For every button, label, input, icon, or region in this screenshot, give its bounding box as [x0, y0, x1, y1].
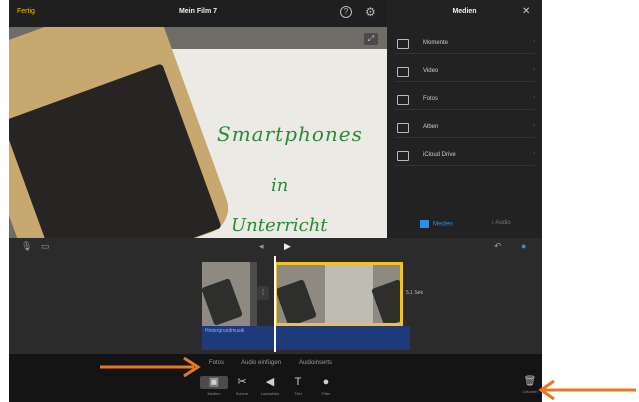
media-item-label: Alben — [423, 124, 439, 130]
chevron-right-icon: › — [533, 94, 536, 101]
media-panel: Medien ✕ Momente › Video › Fotos › Alben… — [387, 0, 542, 238]
clip-duration: 5,1 Sek — [406, 290, 423, 296]
chevron-right-icon: › — [533, 150, 536, 157]
media-item-label: Momente — [423, 40, 449, 46]
handwriting-line-1: Smartphones — [217, 122, 363, 146]
chevron-right-icon: › — [533, 122, 536, 129]
scissors-icon: ✂ — [237, 376, 247, 388]
moments-icon — [397, 39, 409, 49]
media-item-photos[interactable]: Fotos › — [395, 92, 535, 110]
media-panel-title: Medien — [452, 8, 477, 15]
video-preview[interactable]: Smartphones in Unterricht ⤢ — [9, 27, 387, 238]
fullscreen-icon[interactable]: ⤢ — [364, 33, 378, 45]
tab-audio-inserts[interactable]: Audioinserts — [299, 360, 332, 366]
text-icon: T — [294, 376, 302, 388]
annotation-arrow-right — [538, 379, 636, 401]
media-item-label: Fotos — [423, 96, 439, 102]
media-item-video[interactable]: Video › — [395, 64, 535, 82]
timeline-toolbar: 🎙 ▭ ◂ ▶ ↶ ● — [9, 238, 542, 256]
chevron-right-icon: › — [533, 38, 536, 45]
tab-insert-audio[interactable]: Audio einfügen — [241, 360, 281, 366]
clip-thumbnail — [325, 265, 373, 323]
tool-label: Medien — [207, 391, 221, 396]
tab-media-label: Medien — [433, 221, 453, 228]
tab-audio-label: Audio — [495, 220, 511, 226]
imovie-app: Fertig Mein Film 7 ? ⚙ Smartphones in Un… — [9, 0, 542, 402]
volume-icon: ◀ — [265, 376, 275, 388]
timeline-clip-1[interactable] — [202, 262, 257, 326]
filter-icon: ● — [322, 376, 330, 388]
handwriting-line-3: Unterricht — [231, 215, 328, 236]
media-item-label: Video — [423, 68, 439, 74]
transition-icon[interactable]: ⁞ — [257, 286, 269, 300]
tool-label: Filter — [321, 391, 331, 396]
tool-text-button[interactable]: T Titel — [284, 376, 312, 396]
media-item-moments[interactable]: Momente › — [395, 36, 535, 54]
chevron-right-icon: › — [533, 66, 536, 73]
tab-audio[interactable]: ♪ Audio — [491, 220, 511, 226]
media-tab-icon — [420, 220, 429, 228]
video-icon — [397, 67, 409, 77]
tool-filter-button[interactable]: ● Filter — [312, 376, 340, 396]
media-panel-tabs: Medien ♪ Audio — [387, 218, 542, 234]
timeline-clip-2-selected[interactable] — [274, 262, 403, 326]
microphone-icon[interactable]: 🎙 — [21, 241, 32, 252]
icloud-icon — [397, 151, 409, 161]
photos-icon — [397, 95, 409, 105]
help-icon[interactable]: ? — [340, 6, 352, 18]
bottom-toolbar: Fotos Audio einfügen Audioinserts ▣ Medi… — [9, 354, 542, 402]
settings-dot-icon[interactable]: ● — [521, 241, 526, 251]
handwriting-line-2: in — [271, 175, 289, 196]
audio-track[interactable]: Hintergrundmusik — [202, 326, 410, 350]
tool-scissors-button[interactable]: ✂ Schere — [228, 376, 256, 396]
tool-label: Titel — [294, 391, 302, 396]
close-icon[interactable]: ✕ — [522, 6, 530, 17]
filmstrip-icon[interactable]: ▭ — [41, 241, 50, 252]
audio-track-label: Hintergrundmusik — [205, 328, 245, 334]
tab-photos[interactable]: Fotos — [209, 360, 224, 366]
tool-volume-button[interactable]: ◀ Lautstärke — [256, 376, 284, 396]
undo-icon[interactable]: ↶ — [494, 241, 502, 252]
top-bar: Fertig Mein Film 7 ? ⚙ — [9, 0, 387, 27]
media-item-albums[interactable]: Alben › — [395, 120, 535, 138]
tool-label: Schere — [235, 391, 249, 396]
playhead[interactable] — [274, 256, 276, 352]
timeline[interactable]: 🎙 ▭ ◂ ▶ ↶ ● ⁞ 5,1 Sek Hintergrundmusik — [9, 238, 542, 354]
tab-media[interactable]: Medien — [420, 220, 453, 228]
media-icon: ▣ — [200, 376, 228, 389]
settings-icon[interactable]: ⚙ — [365, 5, 376, 19]
play-icon[interactable]: ▶ — [284, 241, 291, 252]
annotation-arrow-left — [100, 356, 201, 378]
rewind-icon[interactable]: ◂ — [259, 241, 264, 252]
media-item-icloud[interactable]: iCloud Drive › — [395, 148, 535, 166]
tool-label: Lautstärke — [260, 391, 280, 396]
albums-icon — [397, 123, 409, 133]
media-item-label: iCloud Drive — [423, 152, 456, 158]
project-title: Mein Film 7 — [178, 8, 218, 15]
tool-media-button[interactable]: ▣ Medien — [200, 376, 228, 396]
